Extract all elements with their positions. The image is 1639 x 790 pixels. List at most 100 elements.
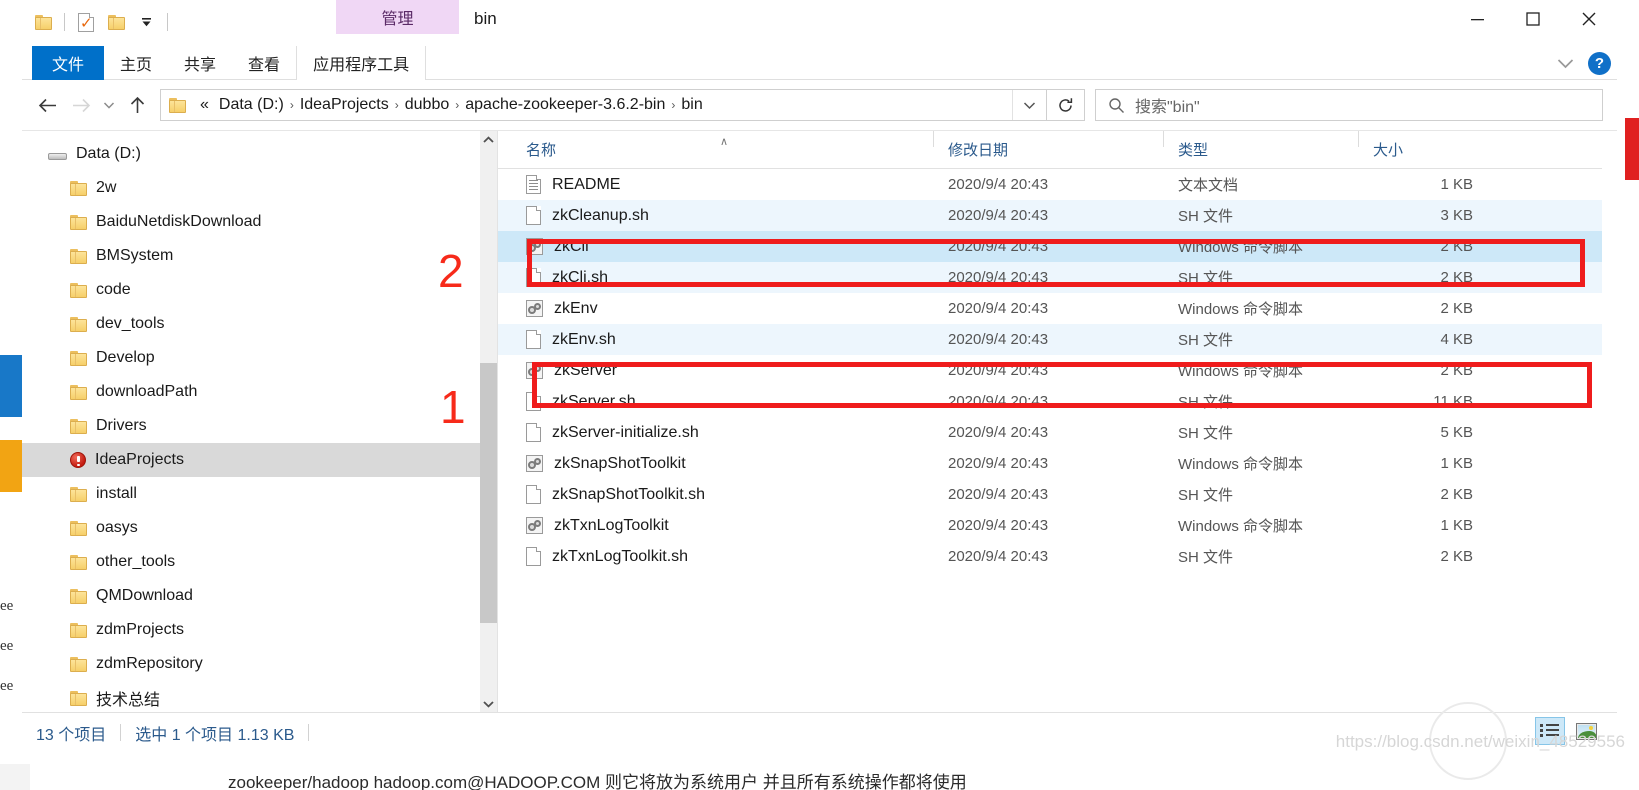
table-row[interactable]: zkCli 2020/9/4 20:43 Windows 命令脚本 2 KB [498, 231, 1617, 262]
file-size: 3 KB [1440, 207, 1473, 224]
bg-bottom-strip: zookeeper/hadoop hadoop.com@HADOOP.COM 则… [0, 762, 1639, 790]
file-date: 2020/9/4 20:43 [948, 176, 1049, 193]
file-size: 2 KB [1440, 486, 1473, 503]
blank-document-icon [526, 423, 541, 442]
bg-left-text-fragment: ee [0, 678, 14, 694]
table-row[interactable]: zkTxnLogToolkit 2020/9/4 20:43 Windows 命… [498, 510, 1617, 541]
scroll-down-arrow-icon[interactable] [480, 695, 497, 712]
breadcrumb-item-ideaprojects[interactable]: IdeaProjects [295, 96, 394, 114]
file-name: zkCli.sh [552, 268, 609, 286]
navigation-pane: Data (D:) 2w BaiduNetdiskDownload BMSyst… [22, 131, 498, 712]
tree-node-baidunetdiskdownload[interactable]: BaiduNetdiskDownload [22, 205, 497, 239]
close-button[interactable] [1561, 0, 1617, 38]
contextual-tab-manage[interactable]: 管理 [336, 0, 459, 34]
table-row[interactable]: zkTxnLogToolkit.sh 2020/9/4 20:43 SH 文件 … [498, 541, 1617, 572]
bg-window-right-red [1625, 118, 1639, 180]
recent-locations-icon[interactable] [98, 88, 120, 122]
file-type: SH 文件 [1178, 332, 1234, 349]
customize-dropdown-icon[interactable] [131, 7, 161, 37]
tree-node-label: Develop [96, 349, 155, 366]
breadcrumb-overflow[interactable]: « [195, 96, 214, 114]
breadcrumb-item-drive[interactable]: Data (D:) [214, 96, 289, 114]
tree-node-data-drive[interactable]: Data (D:) [22, 137, 497, 171]
tree-node-technical-summary[interactable]: 技术总结 [22, 681, 497, 712]
tree-node-dev-tools[interactable]: dev_tools [22, 307, 497, 341]
tree-node-zdmprojects[interactable]: zdmProjects [22, 613, 497, 647]
tab-application-tools[interactable]: 应用程序工具 [296, 46, 427, 80]
file-type: SH 文件 [1178, 549, 1234, 566]
file-type: SH 文件 [1178, 270, 1234, 287]
folder-icon [70, 248, 87, 264]
tree-node-bmsystem[interactable]: BMSystem [22, 239, 497, 273]
tab-file[interactable]: 文件 [32, 46, 105, 80]
tab-share[interactable]: 共享 [168, 46, 232, 80]
table-row[interactable]: zkCli.sh 2020/9/4 20:43 SH 文件 2 KB [498, 262, 1617, 293]
forward-button[interactable] [64, 88, 98, 122]
tree-node-other-tools[interactable]: other_tools [22, 545, 497, 579]
address-dropdown-icon[interactable] [1012, 90, 1046, 120]
table-row[interactable]: zkServer-initialize.sh 2020/9/4 20:43 SH… [498, 417, 1617, 448]
file-name: zkServer.sh [552, 392, 636, 410]
file-list-scrollbar[interactable] [1602, 131, 1617, 712]
text-document-icon [526, 175, 541, 194]
table-row[interactable]: zkEnv 2020/9/4 20:43 Windows 命令脚本 2 KB [498, 293, 1617, 324]
table-row[interactable]: zkSnapShotToolkit 2020/9/4 20:43 Windows… [498, 448, 1617, 479]
tab-view[interactable]: 查看 [232, 46, 296, 80]
tab-home[interactable]: 主页 [104, 46, 168, 80]
back-button[interactable] [30, 88, 64, 122]
tree-node-2w[interactable]: 2w [22, 171, 497, 205]
scrollbar-thumb[interactable] [480, 363, 497, 623]
search-input[interactable]: 搜索"bin" [1095, 89, 1603, 121]
maximize-button[interactable] [1505, 0, 1561, 38]
table-row[interactable]: zkEnv.sh 2020/9/4 20:43 SH 文件 4 KB [498, 324, 1617, 355]
column-header-date[interactable]: 修改日期 [933, 131, 1164, 168]
chevron-down-icon[interactable] [1552, 50, 1578, 76]
file-size: 11 KB [1433, 393, 1473, 410]
tab-view-label: 查看 [248, 57, 281, 74]
breadcrumb-item-bin[interactable]: bin [676, 96, 707, 114]
column-header-size[interactable]: 大小 [1358, 131, 1489, 168]
tree-node-develop[interactable]: Develop [22, 341, 497, 375]
table-row[interactable]: zkServer 2020/9/4 20:43 Windows 命令脚本 2 K… [498, 355, 1617, 386]
tree-node-ideaprojects[interactable]: IdeaProjects [22, 443, 497, 477]
navigation-pane-scrollbar[interactable] [480, 131, 497, 712]
tree-node-zdmrepository[interactable]: zdmRepository [22, 647, 497, 681]
table-row[interactable]: README 2020/9/4 20:43 文本文档 1 KB [498, 169, 1617, 200]
table-row[interactable]: zkServer.sh 2020/9/4 20:43 SH 文件 11 KB [498, 386, 1617, 417]
column-header-name[interactable]: 名称 [498, 139, 934, 168]
breadcrumb-item-zookeeper[interactable]: apache-zookeeper-3.6.2-bin [460, 96, 670, 114]
folder-icon [70, 214, 87, 230]
new-folder-icon[interactable] [101, 7, 131, 37]
tree-node-code[interactable]: code [22, 273, 497, 307]
file-type: SH 文件 [1178, 394, 1234, 411]
file-name: zkServer [554, 361, 618, 379]
scroll-up-arrow-icon[interactable] [480, 131, 497, 148]
folder-icon[interactable] [28, 7, 58, 37]
breadcrumb-item-dubbo[interactable]: dubbo [400, 96, 455, 114]
tree-node-label: oasys [96, 519, 138, 536]
up-button[interactable] [120, 88, 154, 122]
refresh-button[interactable] [1047, 89, 1085, 121]
column-header-type[interactable]: 类型 [1163, 131, 1359, 168]
address-input[interactable]: « Data (D:) › IdeaProjects › dubbo › apa… [160, 89, 1047, 121]
drive-icon [48, 147, 67, 161]
table-row[interactable]: zkCleanup.sh 2020/9/4 20:43 SH 文件 3 KB [498, 200, 1617, 231]
tree-node-qmdownload[interactable]: QMDownload [22, 579, 497, 613]
tree-node-label: downloadPath [96, 383, 198, 400]
tree-node-oasys[interactable]: oasys [22, 511, 497, 545]
file-list-pane: ∧ 名称 修改日期 类型 大小 README 2020/9/4 20:43 文本… [498, 131, 1617, 712]
help-icon[interactable]: ? [1588, 51, 1611, 75]
tree-node-install[interactable]: install [22, 477, 497, 511]
blank-document-icon [526, 485, 541, 504]
properties-icon[interactable]: ✓ [71, 7, 101, 37]
table-row[interactable]: zkSnapShotToolkit.sh 2020/9/4 20:43 SH 文… [498, 479, 1617, 510]
minimize-button[interactable] [1449, 0, 1505, 38]
file-name: zkSnapShotToolkit [554, 454, 686, 472]
file-type: Windows 命令脚本 [1178, 456, 1304, 473]
file-type: Windows 命令脚本 [1178, 518, 1304, 535]
tree-node-drivers[interactable]: Drivers [22, 409, 497, 443]
file-name: zkCleanup.sh [552, 206, 649, 224]
file-size: 2 KB [1440, 269, 1473, 286]
file-size: 1 KB [1440, 455, 1473, 472]
tree-node-downloadpath[interactable]: downloadPath [22, 375, 497, 409]
